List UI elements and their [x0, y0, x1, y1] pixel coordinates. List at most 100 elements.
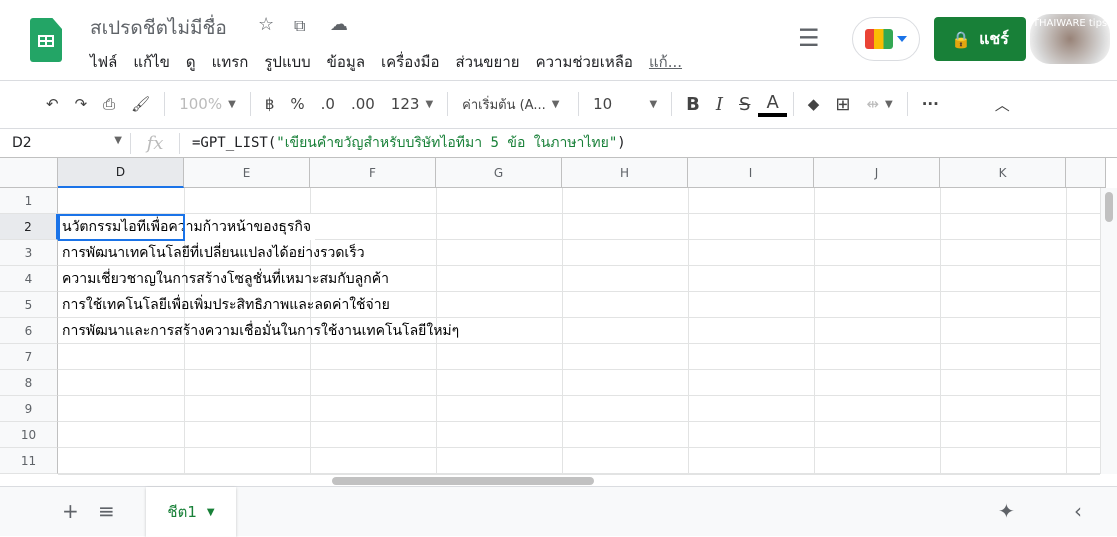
select-all-corner[interactable] — [0, 158, 58, 188]
fill-color-icon[interactable]: ◆ — [800, 88, 828, 120]
watermark-logo: THAIWARE tips — [1030, 14, 1110, 64]
sheet-tab[interactable]: ชีต1 ▼ — [146, 487, 236, 537]
column-header[interactable]: H — [562, 158, 688, 188]
print-icon[interactable]: ⎙ — [95, 88, 123, 120]
name-box[interactable]: D2 ▼ — [0, 135, 130, 151]
caret-down-icon: ▼ — [425, 98, 434, 110]
menu-help[interactable]: ความช่วยเหลือ — [536, 50, 633, 74]
percent-button[interactable]: % — [282, 88, 312, 120]
column-header[interactable] — [1066, 158, 1106, 188]
font-size-select[interactable]: 10 ▼ — [585, 88, 665, 120]
scroll-thumb[interactable] — [332, 477, 594, 485]
column-header[interactable]: D — [58, 158, 184, 188]
comment-icon[interactable]: ☰ — [798, 24, 820, 52]
merge-cells-icon[interactable]: ⇹ ▼ — [858, 88, 900, 120]
row-header[interactable]: 7 — [0, 344, 58, 370]
menu-bar: ไฟล์ แก้ไข ดู แทรก รูปแบบ ข้อมูล เครื่อง… — [90, 50, 682, 74]
row-header[interactable]: 3 — [0, 240, 58, 266]
font-select[interactable]: ค่าเริ่มต้น (A... ▼ — [454, 88, 572, 120]
gridline — [940, 188, 941, 474]
vertical-scrollbar[interactable] — [1100, 188, 1117, 474]
menu-insert[interactable]: แทรก — [212, 50, 249, 74]
last-edit-link[interactable]: แก้... — [649, 50, 682, 74]
menu-tools[interactable]: เครื่องมือ — [381, 50, 439, 74]
gridline — [58, 369, 1104, 370]
row-header[interactable]: 5 — [0, 292, 58, 318]
borders-icon[interactable]: ⊞ — [827, 88, 858, 120]
row-header[interactable]: 10 — [0, 422, 58, 448]
column-header[interactable]: E — [184, 158, 310, 188]
divider — [792, 92, 794, 116]
redo-icon[interactable]: ↷ — [67, 88, 96, 120]
caret-down-icon: ▼ — [206, 506, 215, 518]
formula-input[interactable]: =GPT_LIST("เขียนคำขวัญสำหรับบริษัทไอทีมา… — [180, 132, 626, 154]
cell-d5[interactable]: การใช้เทคโนโลยีเพื่อเพิ่มประสิทธิภาพและล… — [62, 292, 390, 318]
divider — [249, 92, 251, 116]
row-header[interactable]: 8 — [0, 370, 58, 396]
currency-button[interactable]: ฿ — [257, 88, 283, 120]
format-label: 123 — [390, 95, 420, 113]
cell-d6[interactable]: การพัฒนาและการสร้างความเชื่อมั่นในการใช้… — [62, 318, 459, 344]
row-header[interactable]: 11 — [0, 448, 58, 474]
gridline — [1066, 188, 1067, 474]
meet-button[interactable] — [852, 17, 920, 61]
font-label: ค่าเริ่มต้น (A... — [462, 97, 546, 113]
strikethrough-icon[interactable]: S — [731, 88, 758, 120]
cloud-saved-icon[interactable]: ☁ — [330, 14, 348, 35]
document-title[interactable]: สเปรดชีตไม่มีชื่อ — [90, 13, 227, 43]
caret-down-icon: ▼ — [228, 98, 236, 110]
gridline — [58, 421, 1104, 422]
bold-icon[interactable]: B — [678, 88, 708, 120]
sheets-logo[interactable] — [30, 18, 62, 62]
share-button[interactable]: 🔒 แชร์ — [934, 17, 1026, 61]
row-header[interactable]: 9 — [0, 396, 58, 422]
column-header[interactable]: J — [814, 158, 940, 188]
undo-icon[interactable]: ↶ — [38, 88, 67, 120]
caret-down-icon: ▼ — [551, 98, 560, 110]
formula-string: "เขียนคำขวัญสำหรับบริษัทไอทีมา 5 ข้อ ในภ… — [276, 135, 618, 151]
font-size-label: 10 — [593, 95, 613, 113]
decrease-decimal-button[interactable]: .0 — [313, 88, 343, 120]
more-icon[interactable]: ··· — [914, 88, 947, 120]
menu-file[interactable]: ไฟล์ — [90, 50, 117, 74]
menu-extensions[interactable]: ส่วนขยาย — [455, 50, 519, 74]
gridline — [688, 188, 689, 474]
caret-down-icon: ▼ — [114, 135, 122, 146]
divider — [671, 92, 673, 116]
paint-format-icon[interactable]: 🖌 — [123, 88, 158, 120]
name-box-value: D2 — [12, 135, 32, 151]
zoom-value: 100% — [179, 95, 223, 113]
column-header[interactable]: G — [436, 158, 562, 188]
italic-icon[interactable]: I — [708, 88, 731, 120]
row-header[interactable]: 1 — [0, 188, 58, 214]
star-icon[interactable]: ☆ — [258, 14, 274, 35]
menu-data[interactable]: ข้อมูล — [327, 50, 365, 74]
menu-view[interactable]: ดู — [186, 50, 196, 74]
text-color-icon[interactable]: A — [758, 91, 787, 117]
row-header[interactable]: 2 — [0, 214, 58, 240]
move-folder-icon[interactable]: ⧉ — [294, 16, 305, 36]
column-header[interactable]: F — [310, 158, 436, 188]
zoom-select[interactable]: 100% ▼ — [171, 88, 244, 120]
formula-bar: D2 ▼ fx =GPT_LIST("เขียนคำขวัญสำหรับบริษั… — [0, 128, 1117, 158]
cell-d4[interactable]: ความเชี่ยวชาญในการสร้างโซลูชั่นที่เหมาะส… — [62, 266, 389, 292]
horizontal-scrollbar[interactable] — [58, 474, 1100, 486]
cell-d3[interactable]: การพัฒนาเทคโนโลยีที่เปลี่ยนแปลงได้อย่างร… — [62, 240, 365, 266]
all-sheets-icon[interactable]: ≡ — [98, 499, 115, 523]
row-header[interactable]: 4 — [0, 266, 58, 292]
spreadsheet-grid[interactable]: D E F G H I J K 1 2 3 4 5 6 7 8 9 10 11 … — [0, 158, 1117, 474]
explore-icon[interactable]: ✦ — [998, 499, 1015, 523]
add-sheet-icon[interactable]: + — [62, 499, 79, 523]
increase-decimal-button[interactable]: .00 — [343, 88, 383, 120]
collapse-icon[interactable]: ︿ — [987, 88, 1018, 120]
menu-format[interactable]: รูปแบบ — [264, 50, 310, 74]
row-header[interactable]: 6 — [0, 318, 58, 344]
scroll-thumb[interactable] — [1105, 192, 1113, 222]
gridline — [814, 188, 815, 474]
number-format-select[interactable]: 123 ▼ — [383, 88, 441, 120]
column-header[interactable]: I — [688, 158, 814, 188]
toolbar: ↶ ↷ ⎙ 🖌 100% ▼ ฿ % .0 .00 123 ▼ ค่าเริ่มต้… — [38, 88, 1018, 120]
column-header[interactable]: K — [940, 158, 1066, 188]
menu-edit[interactable]: แก้ไข — [133, 50, 170, 74]
collapse-panel-icon[interactable]: ‹ — [1074, 499, 1082, 523]
